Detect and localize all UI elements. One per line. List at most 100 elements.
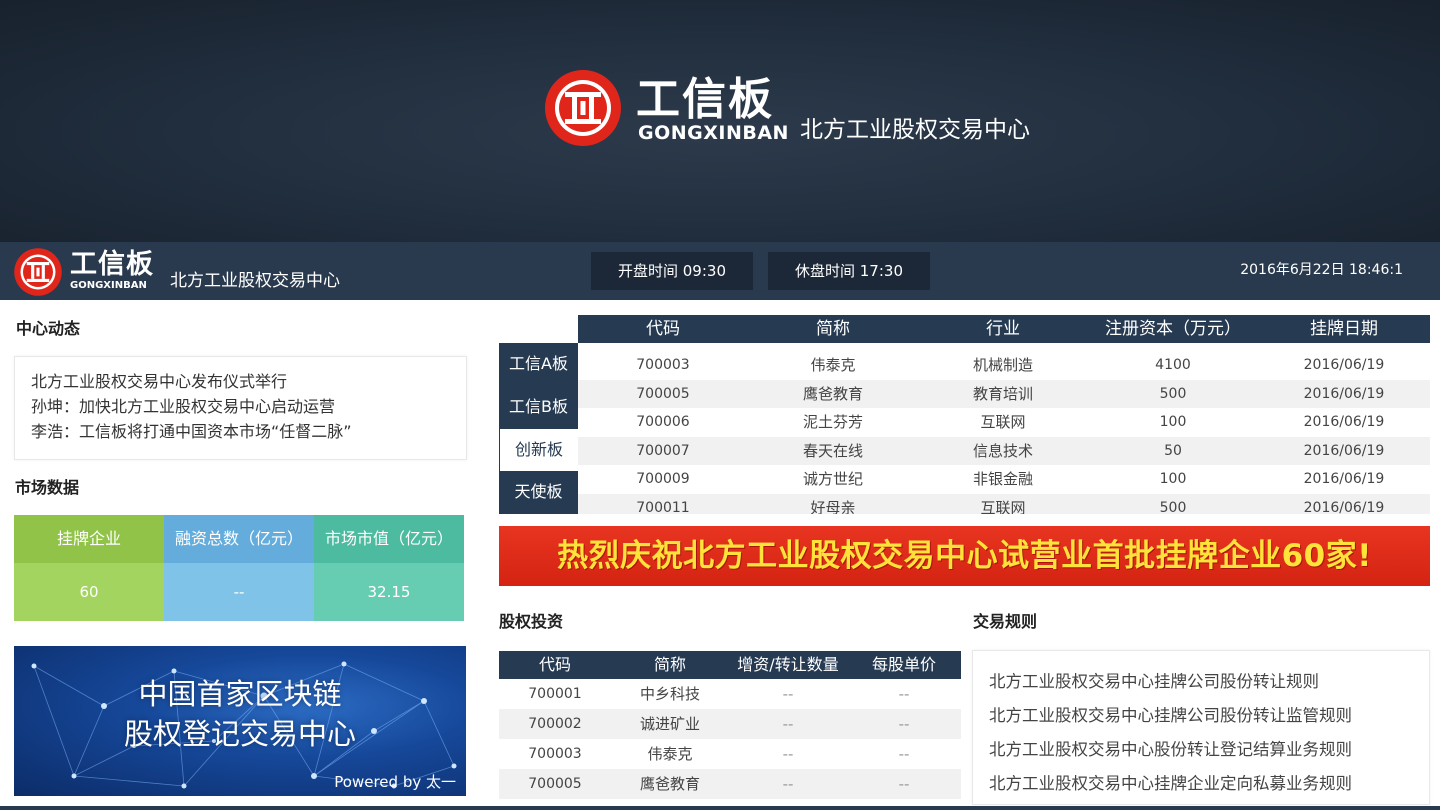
cell-capital: 500: [1159, 385, 1187, 402]
col-quantity: 增资/转让数量: [737, 655, 839, 674]
cell-date: 2016/06/19: [1303, 442, 1385, 459]
stat-value: 60: [14, 563, 164, 621]
banner-headline-2: 股权登记交易中心: [123, 717, 356, 751]
cell-code: 700007: [636, 442, 690, 459]
tab-angel-board[interactable]: 天使板: [499, 471, 578, 514]
cell-code: 700002: [528, 716, 582, 732]
board-tabs: 工信A板 工信B板 创新板 天使板: [499, 343, 578, 514]
bar-logo-icon[interactable]: [13, 247, 63, 297]
rule-link[interactable]: 北方工业股权交易中心挂牌企业定向私募业务规则: [989, 767, 1429, 801]
table-row[interactable]: 700006 泥土芬芳 互联网 100 2016/06/19: [578, 408, 1430, 437]
cell-capital: 50: [1164, 442, 1182, 459]
cell-quantity: --: [782, 775, 794, 793]
banner-headline-1: 中国首家区块链: [138, 677, 342, 711]
table-row[interactable]: 700007 春天在线 信息技术 50 2016/06/19: [578, 436, 1430, 465]
col-unit-price: 每股单价: [871, 655, 936, 674]
market-stats: 挂牌企业 60 融资总数（亿元） -- 市场市值（亿元） 32.15: [14, 515, 464, 621]
stat-value: 32.15: [314, 563, 464, 621]
equity-table-body: 700001 中乡科技 -- -- 700002 诚进矿业 -- -- 7000…: [499, 679, 961, 799]
cell-name: 好母亲: [810, 498, 856, 514]
cell-industry: 互联网: [980, 498, 1026, 514]
hero-brand-name: 工信板: [636, 74, 774, 125]
col-name: 简称: [653, 655, 686, 674]
bar-brand-name[interactable]: 工信板: [70, 250, 154, 280]
listing-table-header: 代码 简称 行业 注册资本（万元） 挂牌日期: [578, 315, 1430, 343]
table-row[interactable]: 700001 中乡科技 -- --: [499, 679, 961, 709]
cell-name: 伟泰克: [647, 745, 693, 763]
table-row[interactable]: 700005 鹰爸教育 -- --: [499, 769, 961, 799]
cell-name: 鹰爸教育: [639, 775, 700, 793]
cell-industry: 机械制造: [972, 356, 1033, 374]
banner-powered-by: Powered by 太一: [334, 773, 456, 791]
cell-date: 2016/06/19: [1303, 385, 1385, 402]
cell-capital: 4100: [1155, 357, 1191, 373]
blockchain-banner[interactable]: 中国首家区块链 股权登记交易中心 Powered by 太一: [14, 646, 466, 796]
bar-brand-english: GONGXINBAN: [70, 280, 147, 291]
hero-header: 工信板 GONGXINBAN 北方工业股权交易中心: [0, 0, 1440, 242]
cell-name: 泥土芬芳: [802, 413, 863, 431]
rule-link[interactable]: 北方工业股权交易中心挂牌公司股份转让监管规则: [989, 699, 1429, 733]
hero-subtitle: 北方工业股权交易中心: [800, 117, 1030, 143]
cell-industry: 信息技术: [972, 441, 1033, 460]
market-section-title: 市场数据: [15, 478, 80, 497]
tab-board-b[interactable]: 工信B板: [499, 385, 578, 429]
stat-label: 挂牌企业: [14, 515, 164, 563]
news-item[interactable]: 北方工业股权交易中心发布仪式举行: [31, 369, 466, 394]
cell-industry: 互联网: [980, 413, 1026, 431]
stat-label: 市场市值（亿元）: [314, 515, 464, 563]
table-row[interactable]: 700002 诚进矿业 -- --: [499, 709, 961, 739]
bottom-divider: [0, 806, 1440, 810]
rule-link[interactable]: 北方工业股权交易中心股份转让登记结算业务规则: [989, 733, 1429, 767]
rules-section-title: 交易规则: [973, 612, 1038, 631]
cell-quantity: --: [782, 745, 794, 763]
stat-market-value: 市场市值（亿元） 32.15: [314, 515, 464, 621]
news-item[interactable]: 李浩：工信板将打通中国资本市场“任督二脉”: [31, 419, 466, 444]
equity-section-title: 股权投资: [499, 612, 564, 631]
stat-value: --: [164, 563, 314, 621]
col-capital: 注册资本（万元）: [1105, 319, 1241, 339]
cell-industry: 非银金融: [972, 470, 1033, 488]
cell-quantity: --: [782, 715, 794, 733]
cell-capital: 100: [1159, 471, 1187, 487]
cell-code: 700006: [636, 414, 690, 430]
promo-banner[interactable]: 热烈庆祝北方工业股权交易中心试营业首批挂牌企业60家!: [499, 526, 1430, 586]
cell-unit-price: --: [898, 745, 910, 763]
table-row[interactable]: 700003 伟泰克 -- --: [499, 739, 961, 769]
news-list: 北方工业股权交易中心发布仪式举行 孙坤：加快北方工业股权交易中心启动运营 李浩：…: [14, 356, 467, 460]
cell-quantity: --: [782, 685, 794, 703]
table-row[interactable]: 700011 好母亲 互联网 500 2016/06/19: [578, 493, 1430, 514]
cell-name: 诚方世纪: [802, 470, 863, 488]
cell-unit-price: --: [898, 685, 910, 703]
stat-total-financing: 融资总数（亿元） --: [164, 515, 314, 621]
cell-date: 2016/06/19: [1303, 357, 1385, 373]
cell-date: 2016/06/19: [1303, 471, 1385, 487]
table-row[interactable]: 700009 诚方世纪 非银金融 100 2016/06/19: [578, 465, 1430, 494]
cell-code: 700011: [636, 499, 690, 514]
cell-code: 700005: [528, 776, 582, 792]
current-datetime: 2016年6月22日 18:46:1: [1240, 262, 1403, 278]
cell-name: 诚进矿业: [639, 715, 700, 733]
cell-capital: 100: [1159, 414, 1187, 430]
table-row[interactable]: 700005 鹰爸教育 教育培训 500 2016/06/19: [578, 379, 1430, 408]
promo-text: 热烈庆祝北方工业股权交易中心试营业首批挂牌企业60家!: [557, 538, 1372, 574]
cell-code: 700009: [636, 471, 690, 487]
table-row[interactable]: 700003 伟泰克 机械制造 4100 2016/06/19: [578, 351, 1430, 380]
stat-label: 融资总数（亿元）: [164, 515, 314, 563]
close-time-badge: 休盘时间 17:30: [768, 252, 930, 290]
gongxinban-logo-icon: [545, 70, 621, 146]
bar-subtitle: 北方工业股权交易中心: [170, 271, 340, 291]
col-code: 代码: [538, 655, 571, 674]
cell-unit-price: --: [898, 775, 910, 793]
stat-listed-companies: 挂牌企业 60: [14, 515, 164, 621]
rules-list: 北方工业股权交易中心挂牌公司股份转让规则 北方工业股权交易中心挂牌公司股份转让监…: [972, 650, 1430, 805]
listing-table-body: 700003 伟泰克 机械制造 4100 2016/06/19 700005 鹰…: [578, 351, 1430, 514]
top-bar: 工信板 GONGXINBAN 北方工业股权交易中心 开盘时间 09:30 休盘时…: [0, 242, 1440, 300]
rule-link[interactable]: 北方工业股权交易中心挂牌公司股份转让规则: [989, 665, 1429, 699]
cell-name: 鹰爸教育: [802, 384, 863, 403]
col-industry: 行业: [986, 319, 1020, 339]
news-item[interactable]: 孙坤：加快北方工业股权交易中心启动运营: [31, 394, 466, 419]
equity-table-header: 代码 简称 增资/转让数量 每股单价: [499, 651, 961, 679]
tab-innovation-board[interactable]: 创新板: [499, 428, 578, 472]
tab-board-a[interactable]: 工信A板: [499, 343, 578, 386]
cell-unit-price: --: [898, 715, 910, 733]
